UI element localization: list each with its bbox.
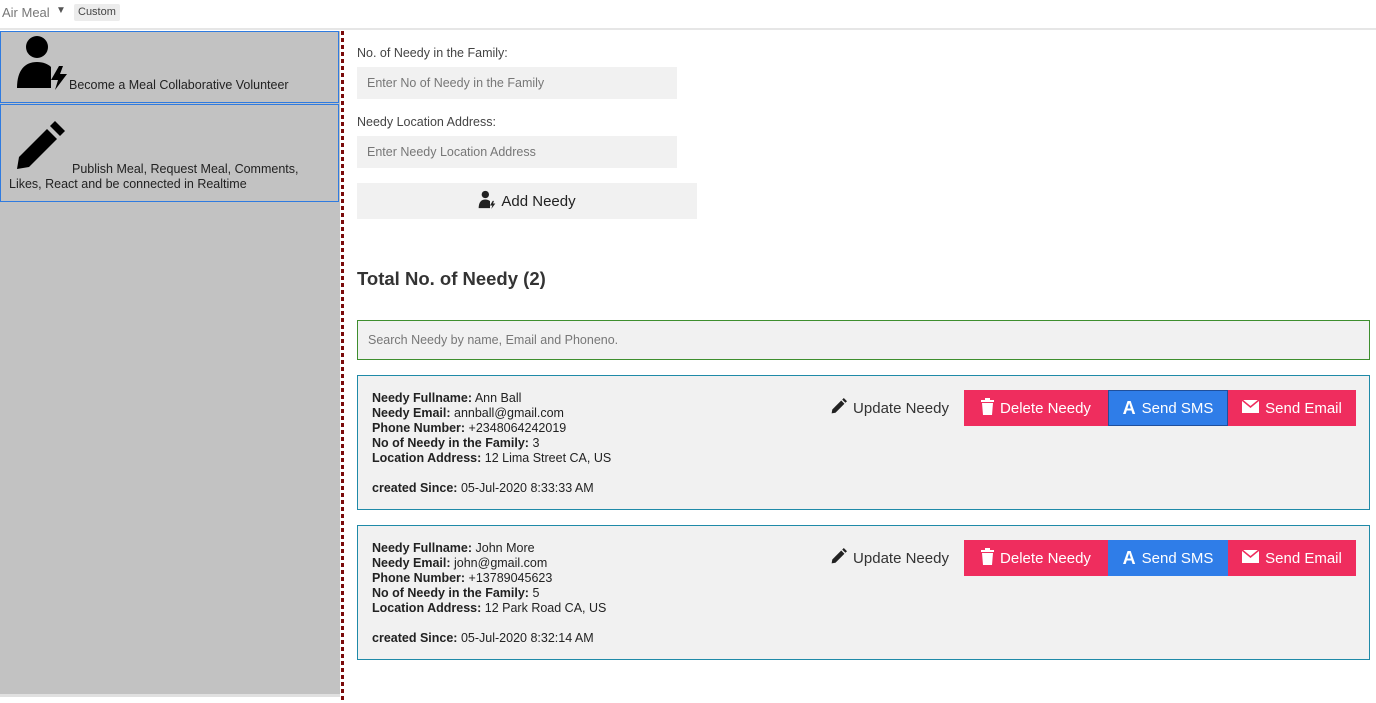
update-needy-button[interactable]: Update Needy [824, 540, 956, 576]
family-count-input[interactable] [357, 67, 677, 99]
custom-badge[interactable]: Custom [74, 4, 120, 21]
phone-label: Phone Number: [372, 421, 466, 435]
top-bar: Air Meal ▼ Custom [0, 0, 1376, 30]
family-label: No of Needy in the Family: [372, 436, 529, 450]
send-sms-button[interactable]: A Send SMS [1108, 390, 1228, 426]
phone-label: Phone Number: [372, 571, 466, 585]
family-count-label: No. of Needy in the Family: [357, 46, 508, 60]
update-needy-button[interactable]: Update Needy [824, 390, 956, 426]
sidebar: Become a Meal Collaborative Volunteer Pu… [0, 31, 340, 697]
sidebar-item-publish[interactable]: Publish Meal, Request Meal, Comments, Li… [0, 104, 339, 202]
pencil-icon [831, 548, 848, 568]
delete-needy-button[interactable]: Delete Needy [964, 540, 1108, 576]
send-email-button[interactable]: Send Email [1228, 390, 1356, 426]
sms-icon: A [1122, 548, 1136, 568]
needy-family-count: 5 [532, 586, 540, 600]
send-email-label: Send Email [1265, 549, 1342, 567]
needy-card: Needy Fullname: Ann Ball Needy Email: an… [357, 375, 1370, 510]
needy-card: Needy Fullname: John More Needy Email: j… [357, 525, 1370, 660]
family-label: No of Needy in the Family: [372, 586, 529, 600]
sidebar-item-label: Publish Meal, Request Meal, Comments, Li… [9, 162, 299, 191]
update-needy-label: Update Needy [853, 399, 949, 417]
since-label: created Since: [372, 481, 458, 495]
trash-icon [981, 397, 995, 419]
needy-address: 12 Lima Street CA, US [484, 451, 612, 465]
user-bolt-icon [15, 34, 69, 95]
needy-info: Needy Fullname: Ann Ball Needy Email: an… [372, 391, 611, 466]
needy-created-since: created Since: 05-Jul-2020 8:32:14 AM [372, 631, 594, 645]
send-sms-button[interactable]: A Send SMS [1108, 540, 1228, 576]
total-needy-title: Total No. of Needy (2) [357, 268, 546, 289]
send-email-button[interactable]: Send Email [1228, 540, 1356, 576]
needy-info: Needy Fullname: John More Needy Email: j… [372, 541, 606, 616]
sidebar-item-label: Become a Meal Collaborative Volunteer [69, 78, 289, 92]
user-bolt-icon [478, 190, 496, 213]
needy-phone: +2348064242019 [468, 421, 567, 435]
needy-created-since: created Since: 05-Jul-2020 8:33:33 AM [372, 481, 594, 495]
delete-needy-button[interactable]: Delete Needy [964, 390, 1108, 426]
sms-icon: A [1122, 398, 1136, 418]
envelope-icon [1241, 548, 1260, 567]
needy-fullname: Ann Ball [474, 391, 522, 405]
address-field-label: Location Address: [372, 451, 482, 465]
sidebar-item-volunteer[interactable]: Become a Meal Collaborative Volunteer [0, 31, 339, 103]
address-label: Needy Location Address: [357, 115, 496, 129]
delete-needy-label: Delete Needy [1000, 549, 1091, 567]
search-needy-input[interactable] [357, 320, 1370, 360]
email-label: Needy Email: [372, 556, 451, 570]
needy-since-value: 05-Jul-2020 8:32:14 AM [460, 631, 594, 645]
dashed-divider [341, 31, 344, 703]
caret-down-icon[interactable]: ▼ [56, 5, 66, 16]
pencil-icon [831, 398, 848, 418]
send-sms-label: Send SMS [1141, 399, 1214, 417]
fullname-label: Needy Fullname: [372, 391, 473, 405]
address-input[interactable] [357, 136, 677, 168]
needy-phone: +13789045623 [468, 571, 553, 585]
fullname-label: Needy Fullname: [372, 541, 473, 555]
needy-family-count: 3 [532, 436, 540, 450]
address-field-label: Location Address: [372, 601, 482, 615]
send-sms-label: Send SMS [1141, 549, 1214, 567]
update-needy-label: Update Needy [853, 549, 949, 567]
needy-email: john@gmail.com [454, 556, 548, 570]
needy-fullname: John More [475, 541, 535, 555]
since-label: created Since: [372, 631, 458, 645]
envelope-icon [1241, 398, 1260, 417]
needy-address: 12 Park Road CA, US [484, 601, 607, 615]
email-label: Needy Email: [372, 406, 451, 420]
needy-since-value: 05-Jul-2020 8:33:33 AM [460, 481, 594, 495]
trash-icon [981, 547, 995, 569]
send-email-label: Send Email [1265, 399, 1342, 417]
delete-needy-label: Delete Needy [1000, 399, 1091, 417]
add-needy-label: Add Needy [501, 192, 576, 210]
app-title[interactable]: Air Meal [2, 5, 50, 20]
add-needy-button[interactable]: Add Needy [357, 183, 697, 219]
needy-email: annball@gmail.com [454, 406, 564, 420]
